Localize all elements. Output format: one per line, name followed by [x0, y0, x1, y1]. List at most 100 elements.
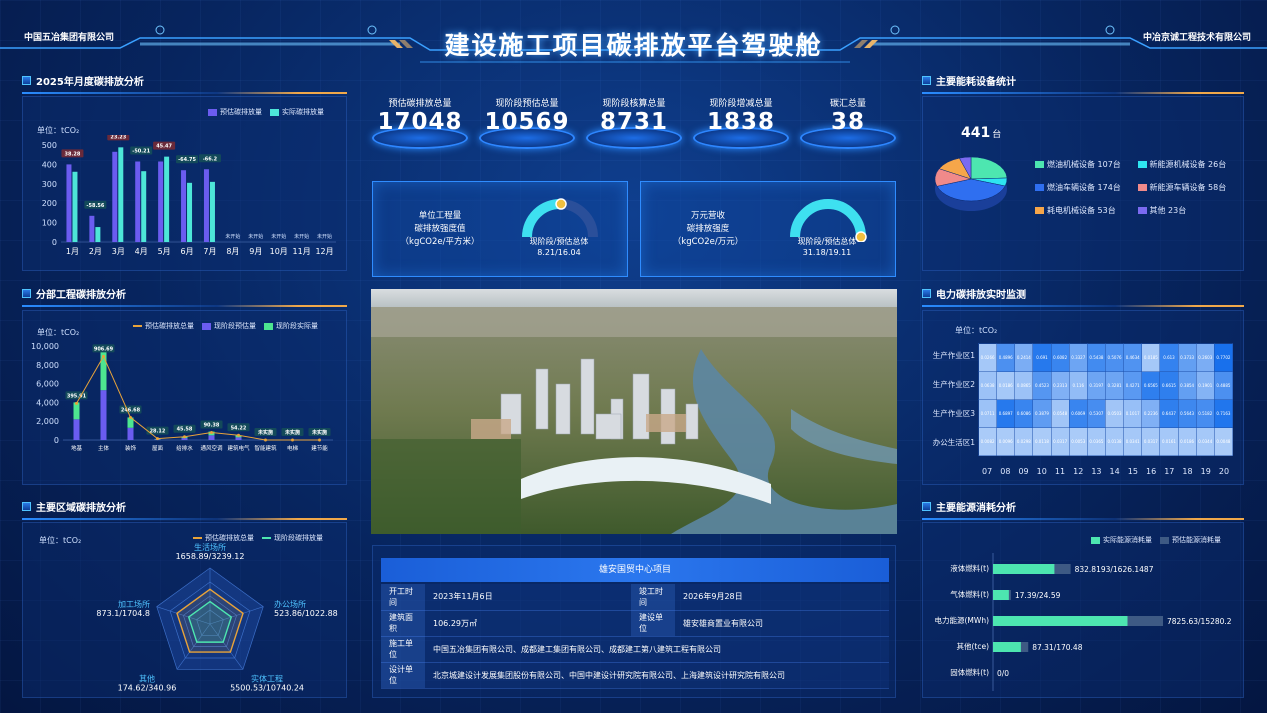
- end-value: 2026年9月28日: [675, 584, 889, 611]
- x-tick-label: 2月: [89, 247, 102, 256]
- heatmap-cell: 0.0298: [1014, 427, 1034, 456]
- heatmap-row: 0.0082 0.0096 0.0298 0.0118 0.0317 0.0053 0.03…: [977, 427, 1234, 456]
- panel-icon: [922, 502, 931, 511]
- energy-value: 17.39/24.59: [1015, 591, 1061, 600]
- x-tick-label: 建节能: [311, 444, 328, 452]
- heatmap-row-label: 生产作业区2: [932, 380, 975, 389]
- energy-title: 主要能源消耗分析: [936, 503, 1016, 514]
- bar-estimate: [235, 437, 242, 440]
- legend-item: 燃油机械设备 107台: [1035, 159, 1138, 170]
- bar-actual: [164, 156, 170, 242]
- sub-panel: 预估碳排放总量 现阶段预估量 现阶段实际量 单位：tCO₂ 0 2,000 4,00…: [22, 310, 347, 485]
- bar-actual: [73, 402, 80, 420]
- x-tick-label: 智能建筑: [254, 444, 277, 452]
- end-label: 竣工时间: [631, 584, 675, 611]
- page-title: 建设施工项目碳排放平台驾驶舱: [444, 31, 823, 60]
- table-row: 开工时间 2023年11月6日 竣工时间 2026年9月28日: [381, 584, 889, 611]
- radar-axis-value: 5500.53/10740.24: [230, 683, 304, 692]
- bar-estimate: [181, 438, 188, 440]
- heatmap-col-label: 16: [1145, 467, 1157, 476]
- radar-axis-name: 生活场所: [194, 542, 226, 552]
- kpi-label-2: 碳排放强度: [686, 224, 730, 234]
- legend-label: 燃油车辆设备 174台: [1047, 183, 1121, 192]
- heatmap-cell: 0.6615: [1159, 371, 1179, 400]
- panel-icon: [22, 289, 31, 298]
- stats-row: 预估碳排放总量 17048 现阶段预估总量 10569 现阶段核算总量 8731 现阶段增减…: [372, 96, 897, 164]
- x-tick-label: 电梯: [287, 444, 299, 452]
- stat-card: 现阶段预估总量 10569: [479, 96, 575, 149]
- bar-actual: [209, 181, 215, 242]
- kpi-sub-label: 现阶段/预估总体: [797, 237, 857, 246]
- data-label: 未开始: [294, 233, 309, 240]
- heatmap-col-label: 11: [1054, 467, 1066, 476]
- header: 中国五冶集团有限公司 中冶京诚工程技术有限公司 建设施工项目碳排放平台驾驶舱: [0, 0, 1267, 70]
- legend-item: 新能源车辆设备 58台: [1137, 182, 1241, 193]
- legend-swatch: [1137, 184, 1147, 191]
- heatmap-col-label: 18: [1182, 467, 1193, 476]
- kpi-value: 31.18/19.11: [802, 248, 852, 257]
- heatmap-cell: 0.0266: [977, 343, 998, 372]
- bar-estimate: [100, 390, 107, 440]
- radar-axis-name: 实体工程: [251, 673, 283, 683]
- legend-swatch: [1035, 207, 1044, 214]
- radar-axis-value: 174.62/340.96: [118, 683, 177, 692]
- heatmap-cell: 0.4896: [996, 343, 1016, 372]
- heatmap-cell: 0.0317: [1141, 427, 1161, 456]
- bar-estimate: [203, 169, 209, 242]
- kpi-label: 万元营收 碳排放强度 （kgCO2e/万元）: [659, 210, 757, 249]
- y-tick-label: 8,000: [36, 361, 59, 370]
- heatmap-cell: 0.4523: [1032, 371, 1052, 400]
- region-panel: 单位：tCO₂ 预估碳排放总量 现阶段碳排放量 生活场所 1658.89/3239…: [22, 522, 347, 698]
- area-value: 106.29万㎡: [425, 610, 631, 637]
- heatmap-cell: 0.613: [1159, 343, 1179, 372]
- kpi-box-revenue: 万元营收 碳排放强度 （kgCO2e/万元） 现阶段/预估总体 31.18/19.11: [640, 181, 896, 277]
- bar-actual: [141, 171, 147, 242]
- pie-slice: [970, 156, 1008, 180]
- legend-item: 耗电机械设备 53台: [1035, 205, 1138, 216]
- stat-card: 预估碳排放总量 17048: [372, 96, 468, 149]
- heatmap-row-label: 办公生活区1: [932, 438, 975, 447]
- energy-category: 其他(tce): [956, 641, 989, 651]
- equip-pie-chart: [934, 156, 1008, 211]
- data-label: 45.58: [177, 427, 193, 433]
- heatmap-col-label: 08: [1000, 467, 1011, 476]
- heatmap-cell: 0.0118: [1032, 427, 1052, 456]
- data-label: 90.38: [204, 422, 220, 428]
- x-tick-label: 建筑电气: [227, 444, 250, 452]
- stat-label: 碳汇总量: [829, 99, 866, 109]
- heatmap-col-label: 13: [1091, 467, 1102, 476]
- energy-value: 0/0: [997, 669, 1009, 678]
- heatmap-cell: 0.3327: [1068, 343, 1088, 372]
- heatmap-cell: 0.3281: [1104, 371, 1125, 400]
- stat-label: 现阶段增减总量: [709, 99, 773, 109]
- y-tick-label: 4,000: [36, 398, 59, 407]
- power-unit: 单位：tCO₂: [955, 326, 998, 335]
- y-tick-label: 10,000: [31, 342, 59, 351]
- radar-axis-value: 523.86/1022.88: [274, 609, 338, 618]
- panel-icon: [22, 502, 31, 511]
- legend-line: 预估碳排放总量: [145, 322, 194, 330]
- x-tick-label: 4月: [135, 247, 148, 256]
- data-label: 246.68: [121, 407, 141, 413]
- monthly-panel: 预估碳排放量 实际碳排放量 单位：tCO₂ 0 100 200 300 400 500 38…: [22, 96, 347, 271]
- y-tick-label: 100: [42, 219, 57, 228]
- power-title: 电力碳排放实时监测: [936, 290, 1026, 301]
- y-tick-label: 200: [42, 199, 57, 208]
- kpi-label-1: 万元营收: [690, 211, 725, 221]
- heatmap-cell: 0.7163: [1213, 399, 1234, 428]
- heatmap-cell: 0.6069: [1068, 399, 1088, 428]
- heatmap-cell: 0.5438: [1086, 343, 1106, 372]
- x-tick-label: 12月: [315, 247, 333, 256]
- start-value: 2023年11月6日: [425, 584, 631, 611]
- heatmap-cell: 0.4634: [1123, 343, 1143, 372]
- stat-value: 10569: [484, 109, 570, 135]
- kpi-label-1: 单位工程量: [418, 211, 462, 221]
- x-tick-label: 装饰: [125, 444, 137, 452]
- heatmap-cell: 0.6086: [1014, 399, 1034, 428]
- monthly-title-bar: 2025年月度碳排放分析: [22, 73, 347, 94]
- equip-title: 主要能耗设备统计: [936, 77, 1016, 88]
- data-label: 未实施: [257, 429, 273, 436]
- radar-axis-value: 873.1/1704.8: [96, 609, 150, 618]
- data-label: 906.69: [94, 346, 114, 352]
- kpi-label-3: （kgCO2e/平方米）: [400, 237, 480, 247]
